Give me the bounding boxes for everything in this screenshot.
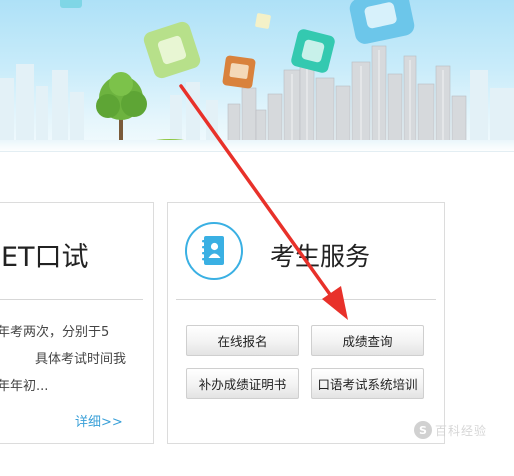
watermark-badge: S [414,421,432,439]
watermark-text: 百科经验 [435,423,488,438]
annotation-arrow [179,84,348,320]
watermark: S 百科经验 [414,418,514,442]
